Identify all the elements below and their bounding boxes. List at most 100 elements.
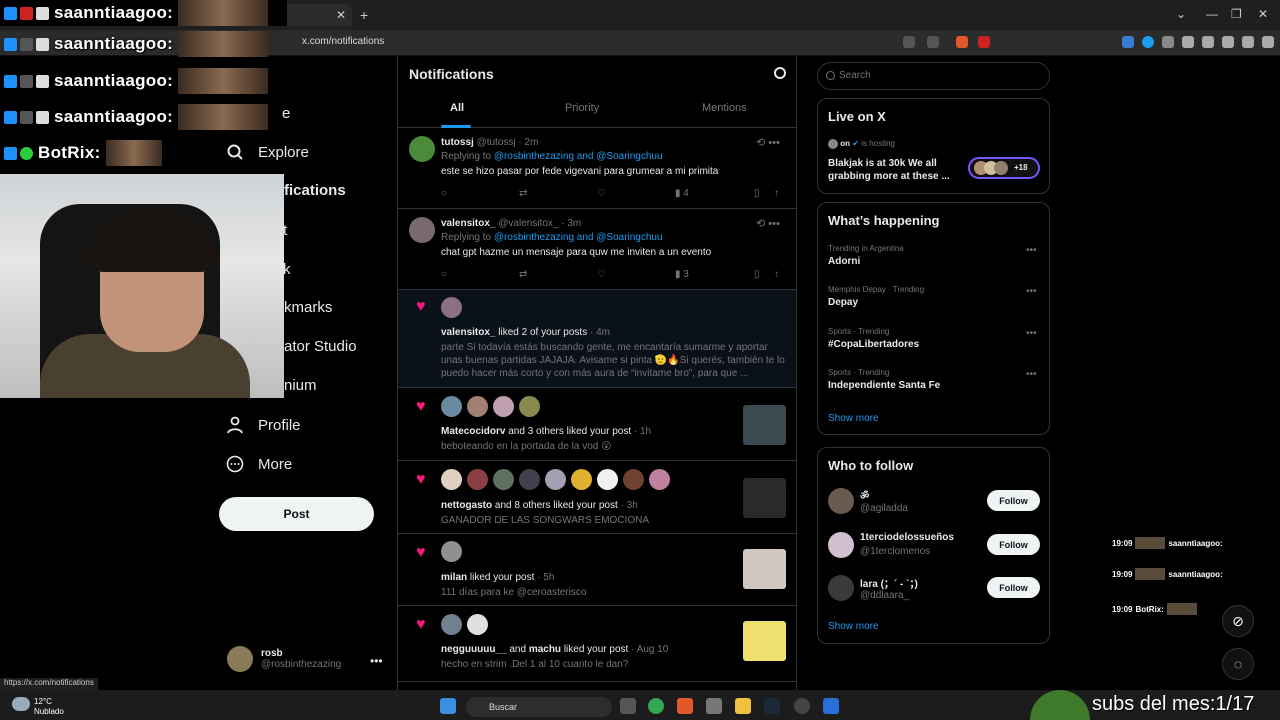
like-notification[interactable]: ♥ valensitox_ liked 2 of your posts · 4m… xyxy=(398,290,796,388)
nav-item-bookmarks[interactable]: kmarks xyxy=(284,299,332,316)
avatar[interactable] xyxy=(493,469,514,490)
nav-item-more[interactable]: More xyxy=(226,455,292,473)
trend-item[interactable]: #CopaLibertadores xyxy=(828,339,919,350)
account-name[interactable]: lara (；´ - `；) xyxy=(860,575,918,590)
notification-user-name[interactable]: machu xyxy=(529,644,561,655)
maximize-icon[interactable]: ❐ xyxy=(1231,7,1242,21)
close-window-icon[interactable]: ✕ xyxy=(1258,7,1268,21)
reply-to-link[interactable]: @rosbinthezazing and @Soaringchuu xyxy=(494,151,663,162)
brave-icon[interactable] xyxy=(677,698,693,714)
weather-widget[interactable]: 12°C Nublado xyxy=(34,697,64,717)
views-icon[interactable]: ▮ 3 xyxy=(675,269,689,280)
avatar[interactable] xyxy=(441,614,462,635)
avatar[interactable] xyxy=(571,469,592,490)
account-switcher[interactable]: rosb @rosbinthezazing xyxy=(227,646,341,672)
translate-icon[interactable] xyxy=(903,36,915,48)
nav-item-explore[interactable]: Explore xyxy=(226,143,309,161)
notification-user-name[interactable]: negguuuuu__ xyxy=(441,644,507,655)
retweet-icon[interactable]: ⇄ xyxy=(519,188,527,199)
chrome-icon[interactable] xyxy=(648,698,664,714)
show-more-link[interactable]: Show more xyxy=(828,413,879,424)
follow-button[interactable]: Follow xyxy=(987,577,1040,598)
avatar[interactable] xyxy=(545,469,566,490)
cloud-icon[interactable] xyxy=(12,697,30,711)
start-icon[interactable] xyxy=(440,698,456,714)
more-icon[interactable]: ••• xyxy=(1026,245,1037,256)
share-icon[interactable]: ↑ xyxy=(774,269,779,280)
share-icon[interactable]: ↑ xyxy=(774,188,779,199)
reply-icon[interactable]: ○ xyxy=(441,269,447,280)
tab-all[interactable]: All xyxy=(450,102,464,114)
avatar[interactable] xyxy=(441,297,462,318)
trend-item[interactable]: Adorni xyxy=(828,256,860,267)
avatar[interactable] xyxy=(467,469,488,490)
more-icon[interactable]: ••• xyxy=(1026,369,1037,380)
post-thumbnail[interactable] xyxy=(743,478,786,518)
avatar[interactable] xyxy=(493,396,514,417)
extension-icon[interactable] xyxy=(1142,36,1154,48)
avatar[interactable] xyxy=(519,396,540,417)
account-name[interactable]: 1terciodelossueños xyxy=(860,532,954,543)
retweet-icon[interactable]: ⇄ xyxy=(519,269,527,280)
reply-tweet[interactable]: tutossj @tutossj · 2m ⟲ ••• Replying to … xyxy=(398,128,796,209)
trend-item[interactable]: Depay xyxy=(828,297,858,308)
vpn-icon[interactable] xyxy=(1242,36,1254,48)
like-notification[interactable]: ♥ Matecocidorv and 3 others liked your p… xyxy=(398,388,796,461)
brave-shield-icon[interactable] xyxy=(956,36,968,48)
obs-icon[interactable] xyxy=(794,698,810,714)
avatar[interactable] xyxy=(441,469,462,490)
avatar[interactable] xyxy=(828,488,854,514)
minimize-icon[interactable]: — xyxy=(1206,7,1218,21)
more-icon[interactable]: ••• xyxy=(1026,286,1037,297)
tweet-author-name[interactable]: tutossj xyxy=(441,137,474,148)
avatar[interactable] xyxy=(649,469,670,490)
like-icon[interactable]: ♡ xyxy=(597,188,606,199)
tweet-author-name[interactable]: valensitox_ xyxy=(441,218,495,229)
like-icon[interactable]: ♡ xyxy=(597,269,606,280)
avatar[interactable] xyxy=(441,541,462,562)
bookmark-icon[interactable]: ▯ xyxy=(754,188,760,199)
nav-item-creator-studio[interactable]: ator Studio xyxy=(284,338,357,355)
messages-icon[interactable]: ◌ xyxy=(1222,648,1254,680)
menu-icon[interactable] xyxy=(1262,36,1274,48)
reply-to-link[interactable]: @rosbinthezazing and @Soaringchuu xyxy=(494,232,663,243)
task-view-icon[interactable] xyxy=(620,698,636,714)
grok-icon[interactable]: ⟲ ••• xyxy=(756,136,780,149)
tab-mentions[interactable]: Mentions xyxy=(702,102,747,114)
notification-user-name[interactable]: milan xyxy=(441,572,467,583)
avatar[interactable] xyxy=(441,396,462,417)
notification-user-name[interactable]: Matecocidorv xyxy=(441,426,505,437)
tab-list-icon[interactable]: ⌄ xyxy=(1176,7,1186,21)
follow-button[interactable]: Follow xyxy=(987,534,1040,555)
grok-icon[interactable]: ⊘ xyxy=(1222,605,1254,637)
tab-priority[interactable]: Priority xyxy=(565,102,599,114)
leo-icon[interactable] xyxy=(1222,36,1234,48)
nav-item-premium[interactable]: nium xyxy=(284,377,317,394)
tab-close-icon[interactable]: ✕ xyxy=(336,8,346,22)
nav-item-grok[interactable]: k xyxy=(283,261,291,278)
avatar[interactable] xyxy=(828,532,854,558)
post-thumbnail[interactable] xyxy=(743,621,786,661)
bookmark-icon[interactable]: ▯ xyxy=(754,269,760,280)
follow-button[interactable]: Follow xyxy=(987,490,1040,511)
avatar[interactable] xyxy=(409,217,435,243)
cast-icon[interactable] xyxy=(927,36,939,48)
avatar[interactable] xyxy=(467,614,488,635)
gear-icon[interactable] xyxy=(774,67,786,79)
avatar[interactable] xyxy=(828,575,854,601)
notification-user-name[interactable]: valensitox_ xyxy=(441,327,495,338)
avatar[interactable] xyxy=(623,469,644,490)
rewards-icon[interactable] xyxy=(978,36,990,48)
live-title[interactable]: Blakjak is at 30k We all grabbing more a… xyxy=(828,157,953,183)
url-text[interactable]: x.com/notifications xyxy=(302,36,384,47)
avatar[interactable] xyxy=(467,396,488,417)
live-participants[interactable]: +18 xyxy=(968,157,1040,179)
trend-item[interactable]: Independiente Santa Fe xyxy=(828,380,940,391)
nav-item-notifications[interactable]: fications xyxy=(284,182,346,199)
app-icon[interactable] xyxy=(823,698,839,714)
store-icon[interactable] xyxy=(706,698,722,714)
account-more-icon[interactable]: ••• xyxy=(370,654,383,668)
more-icon[interactable]: ••• xyxy=(1026,328,1037,339)
like-notification[interactable]: ♥ milan liked your post · 5h 111 días pa… xyxy=(398,534,796,606)
sidebar-icon[interactable] xyxy=(1182,36,1194,48)
